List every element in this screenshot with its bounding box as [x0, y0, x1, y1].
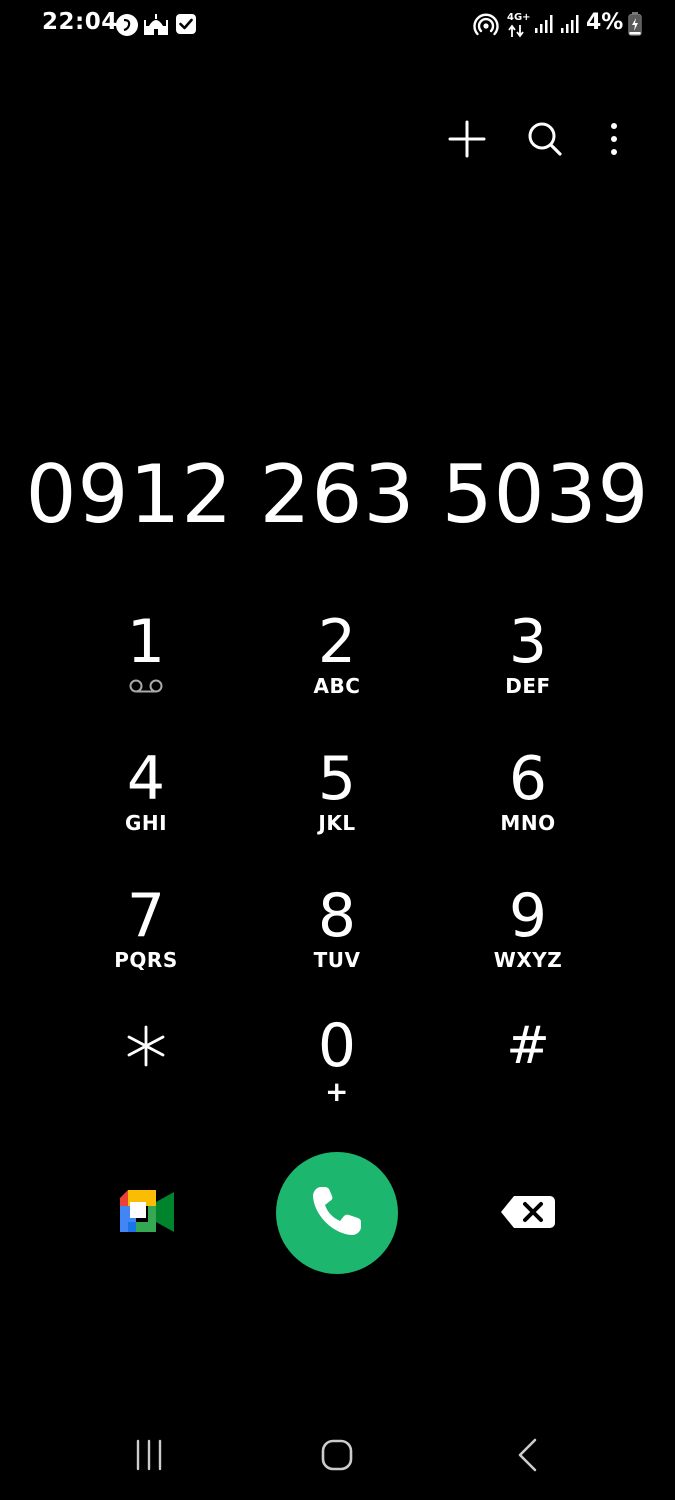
key-8[interactable]: 8 TUV [262, 886, 412, 1006]
more-vertical-icon [609, 122, 619, 160]
key-letters: DEF [505, 674, 551, 698]
hotspot-icon [473, 12, 499, 42]
key-letters: WXYZ [493, 948, 563, 972]
key-letters: + [325, 1075, 349, 1108]
key-7[interactable]: 7 PQRS [71, 886, 221, 1006]
backspace-icon [498, 1196, 558, 1236]
key-digit: 6 [508, 744, 548, 814]
key-letters: PQRS [114, 948, 178, 972]
dialed-number-display[interactable]: 0912 263 5039 [0, 445, 675, 545]
signal-icon [560, 14, 580, 38]
key-letters: GHI [124, 811, 168, 835]
search-button[interactable] [519, 115, 571, 167]
more-options-button[interactable] [588, 115, 640, 167]
key-4[interactable]: 4 GHI [71, 749, 221, 869]
key-star[interactable] [71, 1016, 221, 1136]
mosque-notification-icon [143, 11, 169, 41]
home-button[interactable] [307, 1432, 367, 1482]
key-digit: 2 [317, 607, 357, 677]
back-icon [515, 1438, 539, 1476]
key-0[interactable]: 0 + [262, 1016, 412, 1136]
key-hash[interactable]: # [453, 1016, 603, 1136]
key-digit: 5 [317, 744, 357, 814]
backspace-button[interactable] [498, 1192, 558, 1232]
home-icon [321, 1439, 353, 1475]
status-time: 22:04 [42, 9, 118, 35]
key-digit: 8 [317, 881, 357, 951]
call-button[interactable] [276, 1152, 398, 1274]
add-contact-button[interactable] [441, 115, 493, 167]
key-digit: # [506, 1016, 550, 1076]
signal-icon [534, 14, 554, 38]
network-label: 4G+ [507, 12, 531, 23]
key-digit: 1 [126, 607, 166, 677]
key-3[interactable]: 3 DEF [453, 612, 603, 732]
key-digit: 0 [317, 1011, 357, 1081]
google-meet-icon [118, 1190, 176, 1242]
key-digit: 3 [508, 607, 548, 677]
key-2[interactable]: 2 ABC [262, 612, 412, 732]
recent-apps-icon [133, 1439, 165, 1475]
plus-icon [448, 120, 486, 162]
key-digit: 4 [126, 744, 166, 814]
search-icon [527, 121, 563, 161]
battery-charging-icon [628, 12, 642, 40]
video-call-button[interactable] [118, 1188, 176, 1238]
key-letters: ABC [313, 674, 361, 698]
key-letters: TUV [313, 948, 361, 972]
key-letters: JKL [318, 811, 356, 835]
key-9[interactable]: 9 WXYZ [453, 886, 603, 1006]
key-1[interactable]: 1 [71, 612, 221, 732]
key-6[interactable]: 6 MNO [453, 749, 603, 869]
asterisk-key-label [123, 1023, 169, 1073]
phone-icon [307, 1181, 367, 1245]
checkbox-notification-icon [175, 13, 197, 39]
status-bar: 22:04 4G+ 4% [0, 0, 675, 50]
network-4g-icon: 4G+ [505, 12, 531, 38]
key-digit: 9 [508, 881, 548, 951]
key-5[interactable]: 5 JKL [262, 749, 412, 869]
key-digit: 7 [126, 881, 166, 951]
key-letters: MNO [500, 811, 556, 835]
recent-apps-button[interactable] [119, 1432, 179, 1482]
voicemail-icon [129, 678, 163, 697]
back-button[interactable] [497, 1432, 557, 1482]
battery-percent: 4% [586, 10, 624, 35]
calling-app-notification-icon [115, 13, 139, 41]
